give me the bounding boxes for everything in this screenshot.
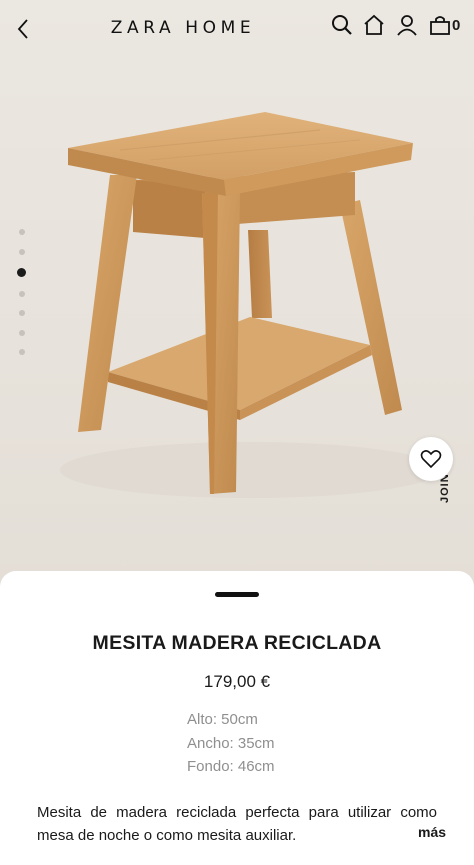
home-icon	[364, 14, 384, 35]
gallery-dot-active[interactable]	[17, 268, 26, 277]
dimension-depth: Fondo: 46cm	[187, 758, 275, 775]
heart-icon	[420, 450, 442, 469]
dimension-height: Alto: 50cm	[187, 711, 258, 728]
search-icon	[332, 15, 352, 35]
back-icon	[17, 19, 28, 39]
bag-icon	[430, 16, 450, 35]
wishlist-button[interactable]	[409, 437, 453, 481]
cart-count-badge[interactable]: 0	[452, 17, 460, 34]
product-image	[60, 112, 440, 498]
product-info-sheet[interactable]: MESITA MADERA RECICLADA 179,00 € Alto: 5…	[0, 571, 474, 865]
search-button[interactable]	[329, 12, 355, 38]
read-more-link[interactable]: más	[418, 824, 446, 840]
top-navigation-bar: ZARA HOME 0	[0, 0, 474, 58]
gallery-pagination	[17, 229, 27, 369]
cart-button[interactable]	[427, 12, 453, 38]
gallery-dot[interactable]	[19, 310, 25, 316]
sheet-drag-handle[interactable]	[215, 592, 259, 597]
user-icon	[397, 15, 417, 36]
product-gallery[interactable]: ZARA HOME 0 JOIN	[0, 0, 474, 600]
gallery-dot[interactable]	[19, 248, 25, 255]
home-button[interactable]	[361, 12, 387, 38]
gallery-dot[interactable]	[19, 229, 25, 235]
product-title: MESITA MADERA RECICLADA	[92, 632, 382, 654]
gallery-dot[interactable]	[19, 349, 25, 355]
gallery-dot[interactable]	[19, 290, 25, 297]
back-button[interactable]	[8, 12, 38, 46]
product-description: Mesita de madera reciclada perfecta para…	[37, 804, 437, 844]
brand-logo[interactable]: ZARA HOME	[90, 18, 276, 38]
product-price: 179,00 €	[203, 672, 271, 691]
product-dimensions: Alto: 50cm Ancho: 35cm Fondo: 46cm	[187, 708, 275, 779]
dimension-width: Ancho: 35cm	[187, 734, 275, 752]
gallery-dot[interactable]	[19, 329, 25, 336]
account-button[interactable]	[394, 12, 420, 38]
